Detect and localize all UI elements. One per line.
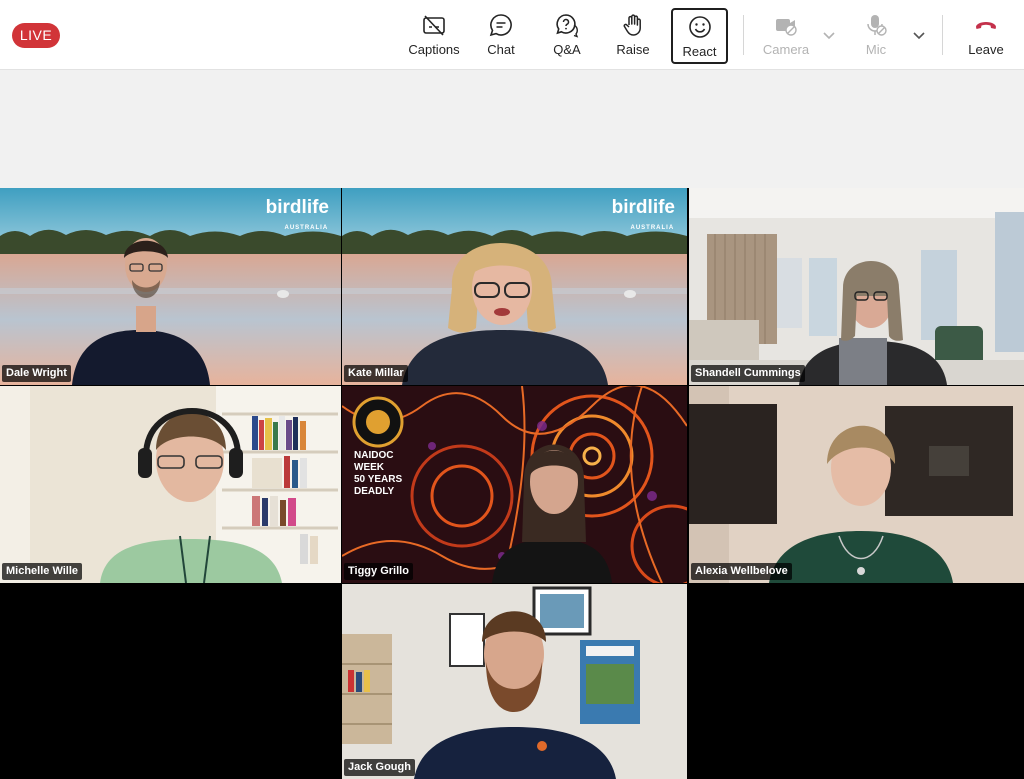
qa-button[interactable]: Q&A [537,8,597,64]
camera-label: Camera [762,42,810,57]
leave-label: Leave [968,42,1004,57]
camera-off-icon [776,19,797,36]
camera-options-chevron-icon[interactable] [822,28,836,42]
participant-name: Jack Gough [344,759,415,776]
captions-off-icon [423,15,445,36]
mic-off-icon [867,15,887,36]
participant-tile[interactable]: Alexia Wellbelove [689,386,1024,583]
live-badge: LIVE [12,23,60,48]
mic-button[interactable]: Mic [846,8,906,64]
participant-tile[interactable]: Shandell Cummings [689,188,1024,385]
participant-tile[interactable]: birdlife AUSTRALIA Kate Millar [342,188,687,385]
camera-button[interactable]: Camera [756,8,816,64]
birdlife-logo: birdlife AUSTRALIA [611,197,675,232]
smiley-icon [688,16,711,38]
participant-name: Dale Wright [2,365,71,382]
bookshelf-background [0,386,341,583]
raise-hand-icon [623,14,641,36]
participant-tile[interactable]: birdlife AUSTRALIA Dale Wright [0,188,341,385]
react-button[interactable]: React [671,8,728,64]
naidoc-week-banner: NAIDOC WEEK 50 YEARS DEADLY [354,450,403,497]
captions-button[interactable]: Captions [404,8,464,64]
mic-options-chevron-icon[interactable] [912,28,926,42]
chat-icon [489,14,512,37]
qa-label: Q&A [553,42,581,57]
react-label: React [682,44,717,59]
blurred-room-background [689,386,1024,583]
captions-label: Captions [408,42,460,57]
birdlife-logo: birdlife AUSTRALIA [265,197,329,232]
participant-name: Michelle Wille [2,563,83,580]
toolbar-divider [743,15,744,55]
participant-name: Shandell Cummings [691,365,805,382]
meeting-toolbar: LIVE Captions Chat Q&A Raise React Camer… [0,0,1024,70]
leave-button[interactable]: Leave [956,8,1016,64]
participant-tile[interactable]: Jack Gough [342,584,687,779]
video-gallery: birdlife AUSTRALIA Dale Wright birdlife AU… [0,188,1024,779]
phone-hangup-icon [976,22,996,29]
office-background [342,584,687,779]
participant-tile[interactable]: NAIDOC WEEK 50 YEARS DEADLY Tiggy Grillo [342,386,687,583]
participant-name: Kate Millar [344,365,408,382]
toolbar-divider [942,15,943,55]
raise-label: Raise [616,42,650,57]
participant-tile[interactable]: Michelle Wille [0,386,341,583]
question-bubble-icon [556,14,579,38]
raise-hand-button[interactable]: Raise [603,8,663,64]
chat-button[interactable]: Chat [471,8,531,64]
apartment-background [689,188,1024,385]
participant-name: Tiggy Grillo [344,563,413,580]
participant-name: Alexia Wellbelove [691,563,792,580]
mic-label: Mic [865,42,887,57]
chat-label: Chat [487,42,515,57]
stage-empty-area [0,70,1024,188]
